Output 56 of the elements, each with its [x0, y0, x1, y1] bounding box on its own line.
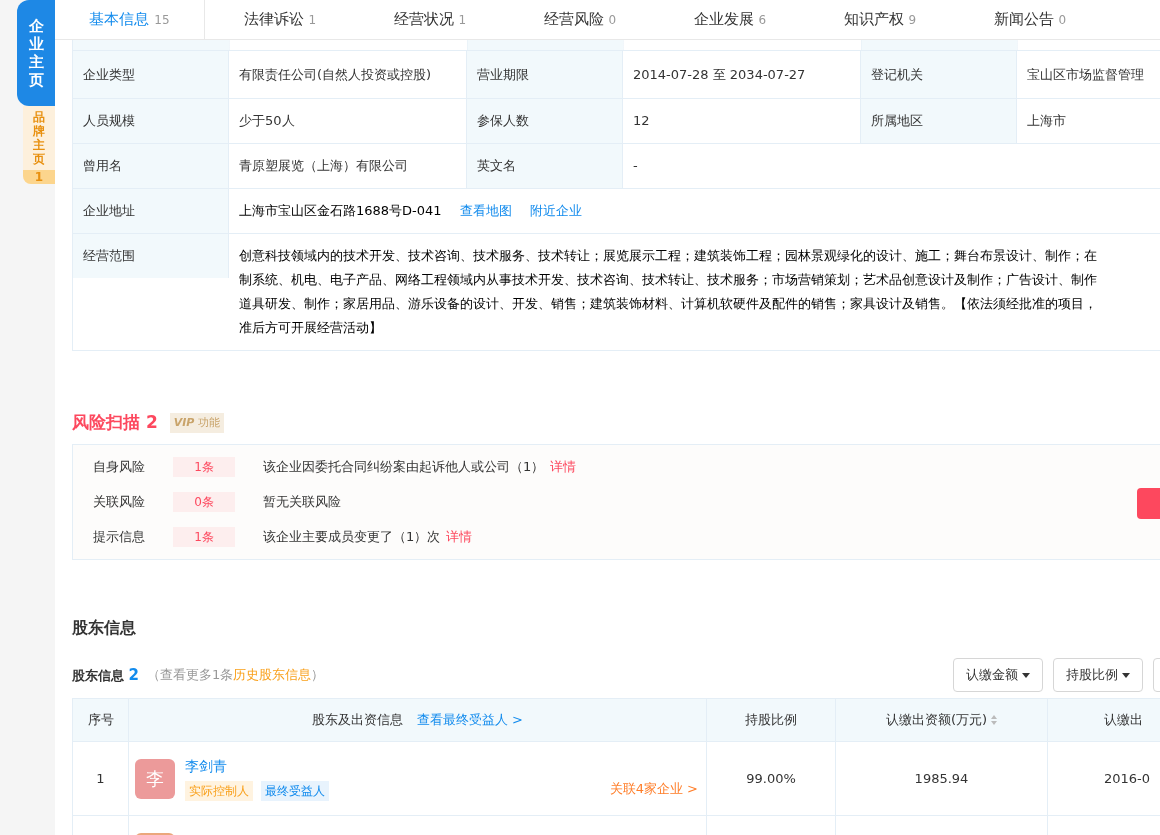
risk-text: 暂无关联风险 [263, 493, 341, 512]
address-text: 上海市宝山区金石路1688号D-041 [239, 202, 442, 221]
table-cell: 1985.94 [836, 742, 1048, 815]
count-badge: 1条 [173, 527, 235, 547]
avatar: 李 [135, 758, 175, 799]
caret-icon [1122, 672, 1130, 678]
column-header: 序号 [73, 699, 129, 741]
table-cell: 人员规模 [73, 99, 229, 143]
table-cell: 企业地址 [73, 189, 229, 233]
column-header: 认缴出资额(万元) [836, 699, 1048, 741]
details-link[interactable]: 详情 [550, 457, 577, 477]
risk-text: 该企业主要成员变更了（1）次 [263, 528, 441, 547]
risk-text: 该企业因委托合同纠纷案由起诉他人或公司（1） [263, 458, 545, 477]
shareholder-name[interactable]: 李剑青 [185, 756, 329, 777]
side-tab[interactable]: 企业主页 [17, 0, 55, 106]
filter-dropdown[interactable]: 持股比例 [1053, 658, 1143, 692]
table-cell: 99.00% [707, 742, 836, 815]
table-cell: 英文名 [467, 144, 623, 188]
subsection-title: 股东信息 2 [72, 664, 139, 686]
table-cell: 1 [73, 742, 129, 815]
table-cell: 所属地区 [861, 99, 1017, 143]
table-cell-text: 2016-0 [1103, 769, 1152, 788]
side-tab[interactable]: 品牌主页 1 [23, 106, 55, 184]
table-cell: 营业期限 [467, 51, 623, 98]
map-link[interactable]: 查看地图 [459, 201, 512, 221]
risk-label: 提示信息 [93, 528, 146, 547]
table-cell: 创意科技领域内的技术开发、技术咨询、技术服务、技术转让；展览展示工程；建筑装饰工程；园林景观绿化的设计、施工；舞台布景设计、制作；在 制系统、机电、电子产品、网络工程领域内从事技术开发、技术咨询、技术转让、技术服务；市场营销策划；艺术品创意设计及制作；广告设计、制作 道具研发、制作；家居用品、游乐设备的设计、开发、销售；建筑装饰材料、计算机软硬件及配件的销售；家具设计及销售。【依法须经批准的项目， 准后方可开展经营活动】 [229, 234, 1160, 350]
column-header: 认缴出 [1048, 699, 1160, 741]
vip-badge: VIP 功能 [169, 412, 224, 434]
table-cell: 参保人数 [467, 99, 623, 143]
table-cell: 上海市 [1017, 99, 1160, 143]
table-cell: 登记机关 [861, 51, 1017, 98]
risk-label: 自身风险 [93, 458, 146, 477]
count-badge: 0条 [173, 492, 235, 512]
table-cell: - [623, 144, 1160, 188]
table-cell: 曾用名 [73, 144, 229, 188]
table-cell: 企业类型 [73, 51, 229, 98]
column-header: 股东及出资信息 查看最终受益人 > [129, 699, 707, 741]
map-link[interactable]: 附近企业 [529, 201, 582, 221]
risk-label: 关联风险 [93, 493, 146, 512]
tag: 实际控制人 [185, 781, 253, 801]
more-text: （查看更多1条历史股东信息） [146, 666, 325, 685]
column-header: 持股比例 [707, 699, 836, 741]
caret-icon [1022, 672, 1030, 678]
table-cell: 宝山区市场监督管理 [1017, 51, 1160, 98]
details-link[interactable]: 详情 [446, 527, 473, 547]
count-badge: 1 [23, 170, 55, 184]
sort-icon[interactable] [991, 715, 998, 725]
section-title: 风险扫描 2 [72, 411, 158, 435]
count-badge: 1条 [173, 457, 235, 477]
table-cell: 经营范围 [73, 234, 229, 278]
filter-dropdown[interactable]: 认缴金额 [953, 658, 1043, 692]
related-link[interactable]: 关联4家企业 > [609, 778, 698, 799]
beneficiary-link[interactable]: 查看最终受益人 > [417, 710, 523, 730]
tag: 最终受益人 [261, 781, 329, 801]
section-title: 股东信息 [72, 617, 137, 639]
